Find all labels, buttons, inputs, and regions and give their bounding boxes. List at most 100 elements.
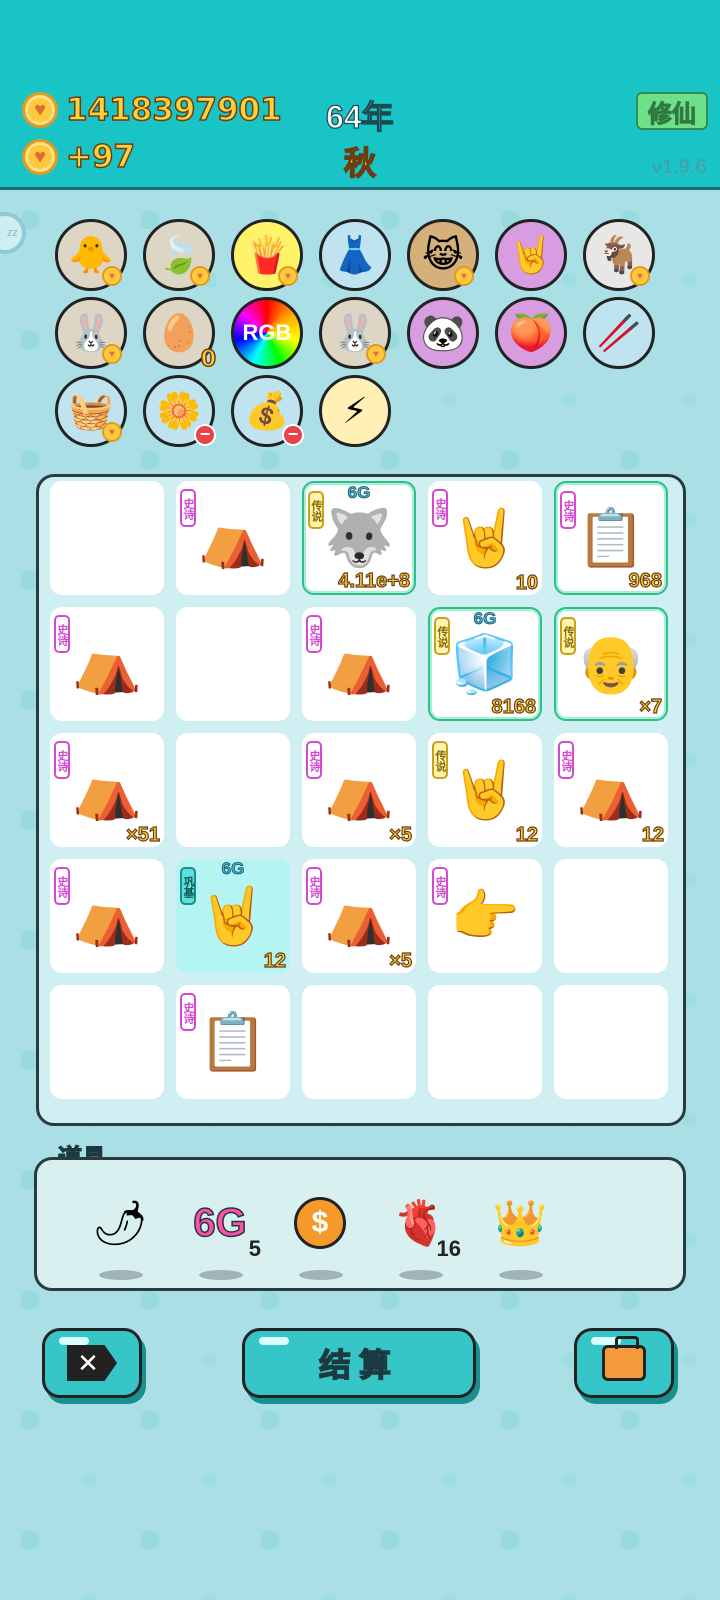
- board-cell[interactable]: ⛺ 史诗: [50, 607, 164, 721]
- cultivate-button[interactable]: 修仙: [636, 92, 708, 130]
- board-cell[interactable]: ⛺ 史诗 ×5: [302, 859, 416, 973]
- heart-coin-icon: ♥: [22, 92, 58, 128]
- rabbit-icon[interactable]: 🐰 ♥: [55, 297, 127, 369]
- board-cell-empty: [176, 733, 290, 847]
- item-shadow: [99, 1270, 143, 1280]
- settle-button[interactable]: 结算: [242, 1328, 476, 1398]
- board-cell[interactable]: 🧊 传说 6G 8168: [428, 607, 542, 721]
- chili-icon[interactable]: 🌶: [85, 1188, 155, 1280]
- rock-hand-gray-icon: 🤘: [450, 506, 520, 569]
- board-cell[interactable]: ⛺ 史诗: [302, 607, 416, 721]
- board-cell[interactable]: ⛺ 史诗 ×51: [50, 733, 164, 847]
- game-year: 64年: [325, 98, 394, 135]
- exit-button[interactable]: ✕: [42, 1328, 142, 1398]
- prop-count: 16: [436, 1236, 461, 1261]
- rabbit-tent-icon: ⛺: [72, 884, 142, 947]
- board-cell[interactable]: ⛺ 史诗: [176, 481, 290, 595]
- rarity-tag: 传说: [432, 741, 448, 779]
- button-shine: [259, 1337, 289, 1345]
- board-cell[interactable]: 👉 史诗: [428, 859, 542, 973]
- rarity-tag: 史诗: [306, 741, 322, 779]
- board-cell-empty: [176, 607, 290, 721]
- item-count: 4.11e+8: [338, 569, 411, 592]
- egg-tray-icon[interactable]: 🥚 0: [143, 297, 217, 373]
- rarity-tag: 史诗: [432, 867, 448, 905]
- grandpa-king-icon: 👴: [576, 632, 646, 695]
- fries-icon[interactable]: 🍟 ♥: [231, 219, 303, 291]
- rarity-tag: 史诗: [306, 867, 322, 905]
- board-cell[interactable]: 🤘 传说 12: [428, 733, 542, 847]
- dollar-coin-icon-glyph: $: [294, 1197, 346, 1249]
- skirt-icon[interactable]: 👗: [319, 219, 391, 291]
- remove-icon[interactable]: −: [194, 424, 216, 446]
- heart-badge-icon: ♥: [366, 344, 386, 364]
- close-icon: ✕: [67, 1345, 117, 1381]
- liver-icon[interactable]: 🫀 16: [385, 1188, 461, 1280]
- leaf-icon[interactable]: 🍃 ♥: [143, 219, 215, 291]
- item-count: 12: [263, 949, 286, 972]
- sack-icon[interactable]: 💰 −: [231, 375, 304, 447]
- bag-button[interactable]: [574, 1328, 674, 1398]
- heart-badge-icon: ♥: [102, 344, 122, 364]
- sticks-icon[interactable]: 🥢: [583, 297, 655, 369]
- fridge-king-icon: 🧊: [450, 632, 520, 695]
- rarity-tag: 史诗: [180, 993, 196, 1031]
- rarity-tag: 史诗: [54, 741, 70, 779]
- lightning-icon[interactable]: ⚡: [319, 375, 391, 447]
- remove-icon[interactable]: −: [282, 424, 304, 446]
- coin-total-row: ♥ 1418397901: [22, 91, 282, 129]
- rabbit-icon[interactable]: 🐰 ♥: [319, 297, 391, 369]
- copy-paste-icon: 📋: [576, 506, 646, 569]
- game-season: 秋: [343, 143, 377, 183]
- prop-count: 5: [248, 1236, 261, 1261]
- board-cell[interactable]: 🤘 巩基 6G 12: [176, 859, 290, 973]
- rock-hand-icon[interactable]: 🤘: [495, 219, 567, 291]
- dollar-coin-icon[interactable]: $: [285, 1188, 355, 1280]
- rarity-tag: 史诗: [54, 867, 70, 905]
- husky-king-icon: 🐺: [324, 506, 394, 569]
- heart-badge-icon: ♥: [454, 266, 474, 286]
- heart-coin-icon: ♥: [22, 139, 58, 175]
- merge-board: ⛺ 史诗 🐺 传说 6G 4.11e+8 🤘 史诗 10 📋 史诗 968 ⛺ 史诗 ⛺ 史诗 🧊 传说 6G 816…: [36, 474, 686, 1126]
- chick-egg-icon[interactable]: 🐥 ♥: [55, 219, 127, 291]
- rabbit-tent-icon: ⛺: [324, 884, 394, 947]
- rabbit-tent-icon: ⛺: [72, 632, 142, 695]
- top-bar: ♥ 1418397901 ♥ +97 64年 秋 修仙 v1.9.6: [0, 0, 720, 190]
- board-cell[interactable]: 🤘 史诗 10: [428, 481, 542, 595]
- board-cell[interactable]: ⛺ 史诗 ×5: [302, 733, 416, 847]
- rgb-icon[interactable]: RGB: [231, 297, 303, 369]
- board-cell-empty: [50, 985, 164, 1099]
- board-cell[interactable]: 👴 传说 ×7: [554, 607, 668, 721]
- crown-icon[interactable]: 👑: [485, 1188, 555, 1280]
- fruit-basket-icon[interactable]: 🧺 ♥: [55, 375, 127, 447]
- potted-flower-icon[interactable]: 🌼 −: [143, 375, 216, 447]
- copy-paste-icon: 📋: [198, 1010, 268, 1073]
- coin-rate: +97: [65, 138, 136, 176]
- heart-badge-icon: ♥: [102, 422, 122, 442]
- rarity-tag: 史诗: [432, 489, 448, 527]
- item-shadow: [299, 1270, 343, 1280]
- rabbit-tent-icon: ⛺: [324, 632, 394, 695]
- version-label: v1.9.6: [652, 156, 707, 178]
- rarity-tag: 史诗: [560, 491, 576, 529]
- rarity-tag: 史诗: [54, 615, 70, 653]
- panda-icon[interactable]: 🐼: [407, 297, 479, 369]
- item-count: ×5: [389, 823, 413, 846]
- rarity-tag: 传说: [560, 617, 576, 655]
- cats-face-icon[interactable]: 😹 ♥: [407, 219, 479, 291]
- board-cell[interactable]: 📋 史诗: [176, 985, 290, 1099]
- rabbit-tent-icon: ⛺: [72, 758, 142, 821]
- coin-total: 1418397901: [65, 91, 282, 129]
- crown-icon-glyph: 👑: [492, 1199, 548, 1248]
- settle-label: 结算: [318, 1346, 399, 1383]
- goats-icon[interactable]: 🐐 ♥: [583, 219, 655, 291]
- item-shadow: [199, 1270, 243, 1280]
- board-cell[interactable]: 📋 史诗 968: [554, 481, 668, 595]
- 6g-icon[interactable]: 6G 5: [185, 1188, 261, 1280]
- briefcase-icon: [602, 1336, 646, 1381]
- board-cell[interactable]: ⛺ 史诗: [50, 859, 164, 973]
- fruit-bundle-icon[interactable]: 🍑: [495, 297, 567, 369]
- board-cell[interactable]: ⛺ 史诗 12: [554, 733, 668, 847]
- item-count: 12: [641, 823, 664, 846]
- board-cell[interactable]: 🐺 传说 6G 4.11e+8: [302, 481, 416, 595]
